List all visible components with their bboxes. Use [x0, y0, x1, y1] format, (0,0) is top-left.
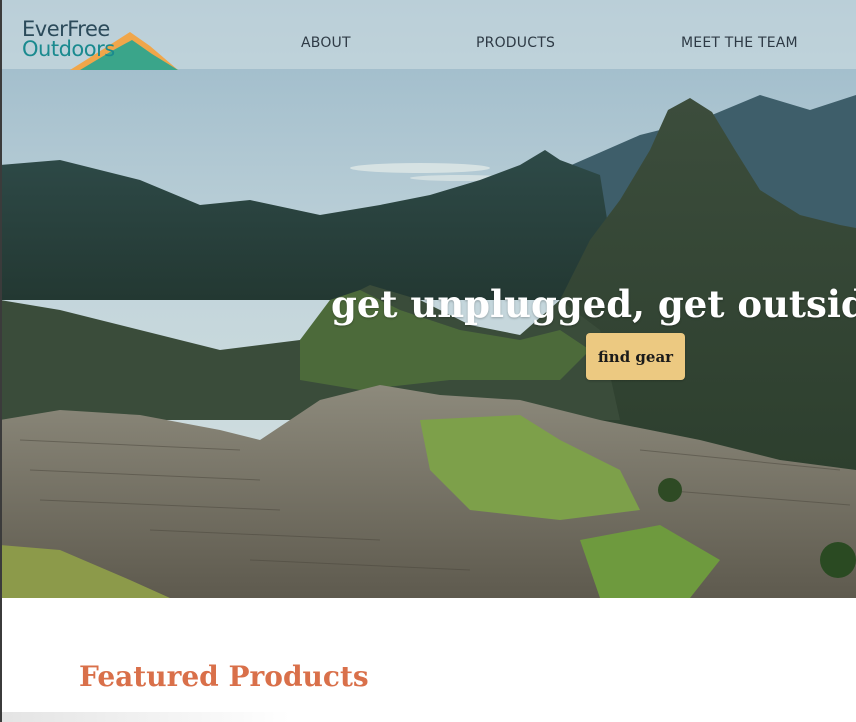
window-edge [0, 0, 2, 722]
section-divider [0, 712, 290, 722]
site-header: EverFree Outdoors ABOUT PRODUCTS MEET TH… [0, 0, 856, 70]
page: EverFree Outdoors ABOUT PRODUCTS MEET TH… [0, 0, 856, 722]
featured-products-heading: Featured Products [79, 660, 369, 693]
nav-link-about[interactable]: ABOUT [301, 35, 351, 51]
nav-link-meet-the-team[interactable]: MEET THE TEAM [681, 35, 798, 51]
logo-text-outdoors: Outdoors [22, 37, 115, 61]
hero-tagline: get unplugged, get outside, get [331, 281, 856, 326]
brand-logo[interactable]: EverFree Outdoors [20, 12, 180, 70]
nav-link-products[interactable]: PRODUCTS [476, 35, 555, 51]
find-gear-button[interactable]: find gear [586, 333, 685, 380]
